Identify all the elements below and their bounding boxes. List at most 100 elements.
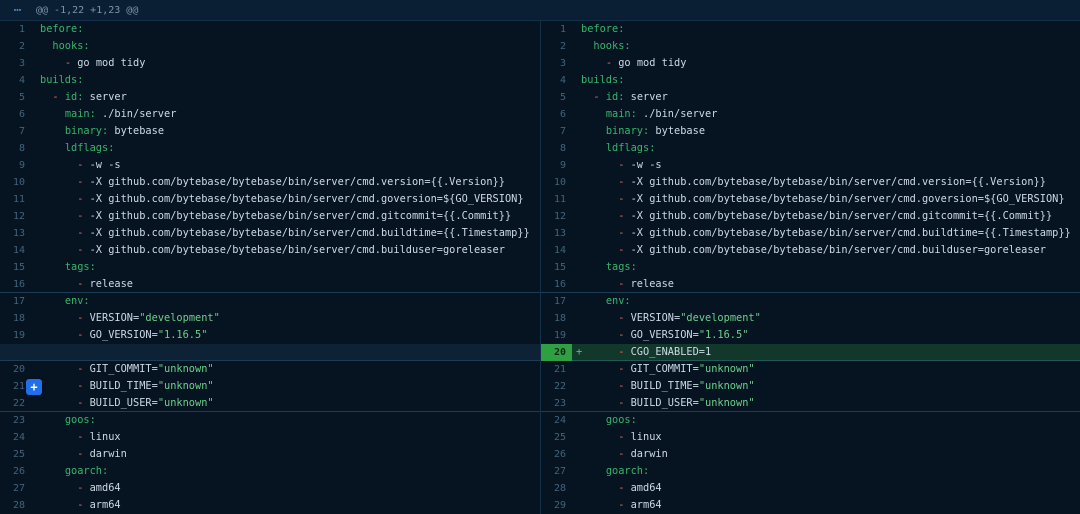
token: GO_VERSION= (631, 329, 699, 341)
line-number[interactable]: 13 (541, 225, 572, 242)
line-number[interactable]: 2 (541, 38, 572, 55)
token (581, 193, 618, 205)
token (581, 312, 618, 324)
line-number[interactable]: 20 (541, 344, 572, 361)
line-number[interactable]: 27 (0, 480, 31, 497)
line-number[interactable]: 11 (0, 191, 31, 208)
line-number[interactable]: 12 (541, 208, 572, 225)
context-row: 10 - -X github.com/bytebase/bytebase/bin… (541, 174, 1080, 191)
code-line: - GIT_COMMIT="unknown" (572, 361, 1080, 378)
token (40, 431, 77, 443)
line-number[interactable]: 25 (541, 429, 572, 446)
line-number[interactable]: 28 (541, 480, 572, 497)
token: - (77, 278, 89, 290)
line-number[interactable]: 26 (0, 463, 31, 480)
code-line: - go mod tidy (572, 55, 1080, 72)
token: arm64 (90, 499, 121, 511)
context-row: 22 - BUILD_USER="unknown" (0, 395, 540, 412)
line-number[interactable]: 5 (0, 89, 31, 106)
token (40, 57, 65, 69)
line-number[interactable]: 16 (0, 276, 31, 293)
token: GIT_COMMIT= (631, 363, 699, 375)
line-number[interactable]: 25 (0, 446, 31, 463)
line-number[interactable]: 6 (0, 106, 31, 123)
token (581, 397, 618, 409)
line-number[interactable]: 7 (0, 123, 31, 140)
token: env: (65, 295, 90, 307)
token (40, 380, 77, 392)
line-number[interactable]: 2 (0, 38, 31, 55)
code-line: goos: (31, 412, 540, 429)
line-number[interactable]: 18 (541, 310, 572, 327)
code-line: - go mod tidy (31, 55, 540, 72)
line-number[interactable]: 24 (0, 429, 31, 446)
line-number[interactable]: 1 (541, 21, 572, 38)
line-number[interactable]: 16 (541, 276, 572, 293)
line-number[interactable]: 9 (541, 157, 572, 174)
line-number[interactable]: 8 (0, 140, 31, 157)
line-number[interactable]: 5 (541, 89, 572, 106)
token: darwin (631, 448, 668, 460)
line-number[interactable]: 3 (541, 55, 572, 72)
line-number[interactable]: 13 (0, 225, 31, 242)
line-number[interactable]: 15 (0, 259, 31, 276)
line-number[interactable]: 24 (541, 412, 572, 429)
add-comment-button[interactable]: + (26, 379, 42, 395)
line-number[interactable] (0, 344, 31, 361)
line-number[interactable]: 11 (541, 191, 572, 208)
line-number[interactable]: 15 (541, 259, 572, 276)
token: goarch: (65, 465, 108, 477)
line-number[interactable]: 19 (0, 327, 31, 344)
line-number[interactable]: 9 (0, 157, 31, 174)
code-line: builds: (572, 72, 1080, 89)
token (581, 244, 618, 256)
token (581, 125, 606, 137)
line-number[interactable]: 22 (541, 378, 572, 395)
token: linux (631, 431, 662, 443)
line-number[interactable]: 20 (0, 361, 31, 378)
expand-hunk-icon[interactable]: ⋯ (0, 0, 36, 21)
line-number[interactable]: 18 (0, 310, 31, 327)
line-number[interactable]: 23 (0, 412, 31, 429)
code-line: - -X github.com/bytebase/bytebase/bin/se… (572, 191, 1080, 208)
line-number[interactable]: 28 (0, 497, 31, 514)
line-number[interactable]: 4 (541, 72, 572, 89)
line-number[interactable]: 21 (541, 361, 572, 378)
token: - (77, 159, 89, 171)
line-number[interactable]: 7 (541, 123, 572, 140)
line-number[interactable]: 19 (541, 327, 572, 344)
context-row: 25 - linux (541, 429, 1080, 446)
line-number[interactable]: 22 (0, 395, 31, 412)
line-number[interactable]: 17 (0, 293, 31, 310)
token: ldflags: (65, 142, 115, 154)
line-number[interactable]: 29 (541, 497, 572, 514)
context-row: 9 - -w -s (541, 157, 1080, 174)
line-number[interactable]: 4 (0, 72, 31, 89)
token: - (618, 244, 630, 256)
context-row: 26 goarch: (0, 463, 540, 480)
token: tags: (65, 261, 96, 273)
token (40, 448, 77, 460)
code-line: - BUILD_TIME="unknown" (31, 378, 540, 395)
token: binary: (65, 125, 108, 137)
line-number[interactable]: 12 (0, 208, 31, 225)
line-number[interactable]: 10 (541, 174, 572, 191)
context-row: 5 - id: server (0, 89, 540, 106)
line-number[interactable]: 23 (541, 395, 572, 412)
token: go mod tidy (77, 57, 145, 69)
line-number[interactable]: 3 (0, 55, 31, 72)
line-number[interactable]: 8 (541, 140, 572, 157)
token (40, 329, 77, 341)
line-number[interactable]: 1 (0, 21, 31, 38)
line-number[interactable]: 17 (541, 293, 572, 310)
token: release (90, 278, 133, 290)
line-number[interactable]: 10 (0, 174, 31, 191)
context-row: 18 - VERSION="development" (0, 310, 540, 327)
line-number[interactable]: 14 (0, 242, 31, 259)
line-number[interactable]: 6 (541, 106, 572, 123)
line-number[interactable]: 27 (541, 463, 572, 480)
code-line: - -X github.com/bytebase/bytebase/bin/se… (31, 191, 540, 208)
line-number[interactable]: 14 (541, 242, 572, 259)
token: - (77, 227, 89, 239)
line-number[interactable]: 26 (541, 446, 572, 463)
